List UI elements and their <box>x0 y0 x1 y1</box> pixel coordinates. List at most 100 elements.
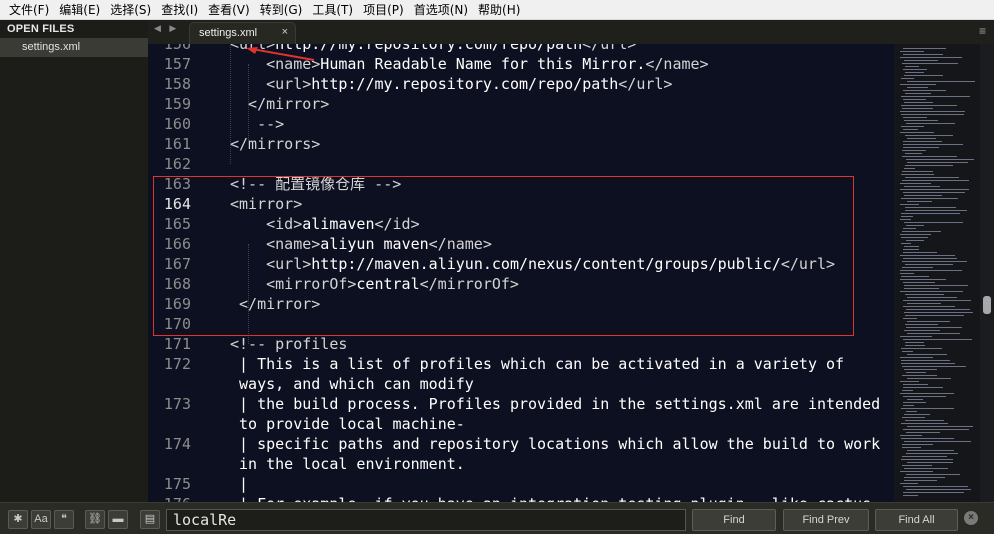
find-all-button[interactable]: Find All <box>875 509 958 531</box>
code-line[interactable]: 174 | specific paths and repository locat… <box>148 434 894 454</box>
minimap-line <box>903 117 927 118</box>
code-line[interactable]: 159 </mirror> <box>148 94 894 114</box>
code-line[interactable]: 160 --> <box>148 114 894 134</box>
line-number: 161 <box>163 135 191 153</box>
minimap-line <box>900 435 922 436</box>
minimap-line <box>906 225 924 226</box>
code-line[interactable]: 163 <!-- 配置镜像仓库 --> <box>148 174 894 194</box>
in-selection-toggle-icon[interactable]: ▬ <box>108 510 128 529</box>
menu-item[interactable]: 文件(F) <box>4 0 54 20</box>
minimap-line <box>901 360 950 361</box>
menu-item[interactable]: 编辑(E) <box>54 0 105 20</box>
minimap-line <box>902 171 933 172</box>
regex-toggle-icon[interactable]: ✱ <box>8 510 28 529</box>
menu-item[interactable]: 选择(S) <box>105 0 156 20</box>
minimap-line <box>901 459 953 460</box>
code-text: | the build process. Profiles provided i… <box>239 395 881 413</box>
code-line[interactable]: 171 <!-- profiles <box>148 334 894 354</box>
minimap[interactable] <box>894 44 980 502</box>
menu-item[interactable]: 查找(I) <box>156 0 203 20</box>
code-line[interactable]: ways, and which can modify <box>148 374 894 394</box>
minimap-line <box>901 96 970 97</box>
minimap-line <box>902 63 958 64</box>
find-close-icon[interactable]: × <box>964 511 978 525</box>
code-line[interactable]: 166 <name> aliyun maven </name> <box>148 234 894 254</box>
find-input[interactable]: localRe <box>166 509 686 531</box>
code-text: in the local environment. <box>239 455 465 473</box>
sidebar-file-settings[interactable]: settings.xml <box>0 38 148 57</box>
tab-nav-arrows-icon[interactable]: ◀ ▶ <box>154 23 179 34</box>
minimap-line <box>907 426 973 427</box>
code-line[interactable]: 165 <id> alimaven </id> <box>148 214 894 234</box>
code-end-tag: </url> <box>582 44 637 53</box>
whole-word-toggle-icon[interactable]: ❝ <box>54 510 74 529</box>
code-line[interactable]: 158 <url> http://my.repository.com/repo/pa… <box>148 74 894 94</box>
minimap-line <box>902 465 932 466</box>
minimap-line <box>905 342 924 343</box>
code-line[interactable]: 172 | This is a list of profiles which ca… <box>148 354 894 374</box>
code-line[interactable]: 162 <box>148 154 894 174</box>
minimap-line <box>903 282 935 283</box>
minimap-line <box>900 255 955 256</box>
menu-item[interactable]: 帮助(H) <box>473 0 525 20</box>
menu-item[interactable]: 首选项(N) <box>409 0 473 20</box>
line-number: 163 <box>163 175 191 193</box>
menu-item[interactable]: 查看(V) <box>203 0 255 20</box>
line-number: 173 <box>163 395 191 413</box>
code-line[interactable]: 176 | For example, if you have an integra… <box>148 494 894 502</box>
minimap-line <box>905 177 959 178</box>
tab-settings-xml[interactable]: settings.xml × <box>189 22 296 44</box>
minimap-line <box>900 381 919 382</box>
tab-close-icon[interactable]: × <box>282 26 288 38</box>
minimap-line <box>901 237 928 238</box>
code-line[interactable]: 164 <mirror> <box>148 194 894 214</box>
code-line[interactable]: 161 </mirrors> <box>148 134 894 154</box>
code-line[interactable]: 169 </mirror> <box>148 294 894 314</box>
code-line[interactable]: 168 <mirrorOf> central </mirrorOf> <box>148 274 894 294</box>
find-button[interactable]: Find <box>692 509 776 531</box>
vertical-scrollbar[interactable] <box>980 44 994 502</box>
minimap-line <box>904 75 943 76</box>
menu-item[interactable]: 转到(G) <box>255 0 308 20</box>
minimap-line <box>907 378 951 379</box>
minimap-line <box>902 375 937 376</box>
code-line[interactable]: 173 | the build process. Profiles provide… <box>148 394 894 414</box>
minimap-line <box>903 147 939 148</box>
code-line[interactable]: 167 <url> http://maven.aliyun.com/nexus/co… <box>148 254 894 274</box>
minimap-line <box>903 300 971 301</box>
minimap-line <box>902 231 941 232</box>
minimap-line <box>900 183 931 184</box>
minimap-line <box>905 210 967 211</box>
minimap-line <box>905 324 938 325</box>
minimap-line <box>902 390 913 391</box>
tab-menu-icon[interactable]: ≡ <box>979 24 986 38</box>
minimap-line <box>902 261 967 262</box>
wrap-toggle-icon[interactable]: ⛓ <box>85 510 105 529</box>
code-line[interactable]: in the local environment. <box>148 454 894 474</box>
code-area[interactable]: 156<url>http://my.repository.com/repo/pa… <box>148 44 894 502</box>
minimap-line <box>903 228 916 229</box>
minimap-line <box>904 222 963 223</box>
code-text: | <box>239 475 249 493</box>
minimap-line <box>903 141 942 142</box>
find-prev-button[interactable]: Find Prev <box>783 509 869 531</box>
line-number: 171 <box>163 335 191 353</box>
code-text: | specific paths and repository location… <box>239 435 881 453</box>
menu-item[interactable]: 项目(P) <box>358 0 409 20</box>
highlight-toggle-icon[interactable]: ▤ <box>140 510 160 529</box>
minimap-line <box>905 345 925 346</box>
case-toggle-icon[interactable]: Aa <box>31 510 51 529</box>
minimap-line <box>904 477 945 478</box>
line-number: 172 <box>163 355 191 373</box>
menu-item[interactable]: 工具(T) <box>307 0 358 20</box>
minimap-line <box>901 216 913 217</box>
indent-guide <box>230 44 231 164</box>
code-line[interactable]: to provide local machine- <box>148 414 894 434</box>
line-number: 164 <box>163 195 191 213</box>
code-editor[interactable]: 156<url>http://my.repository.com/repo/pa… <box>148 44 894 502</box>
line-number: 168 <box>163 275 191 293</box>
code-line[interactable]: 175 | <box>148 474 894 494</box>
minimap-line <box>907 354 947 355</box>
scrollbar-thumb[interactable] <box>983 296 991 314</box>
code-line[interactable]: 170 <box>148 314 894 334</box>
